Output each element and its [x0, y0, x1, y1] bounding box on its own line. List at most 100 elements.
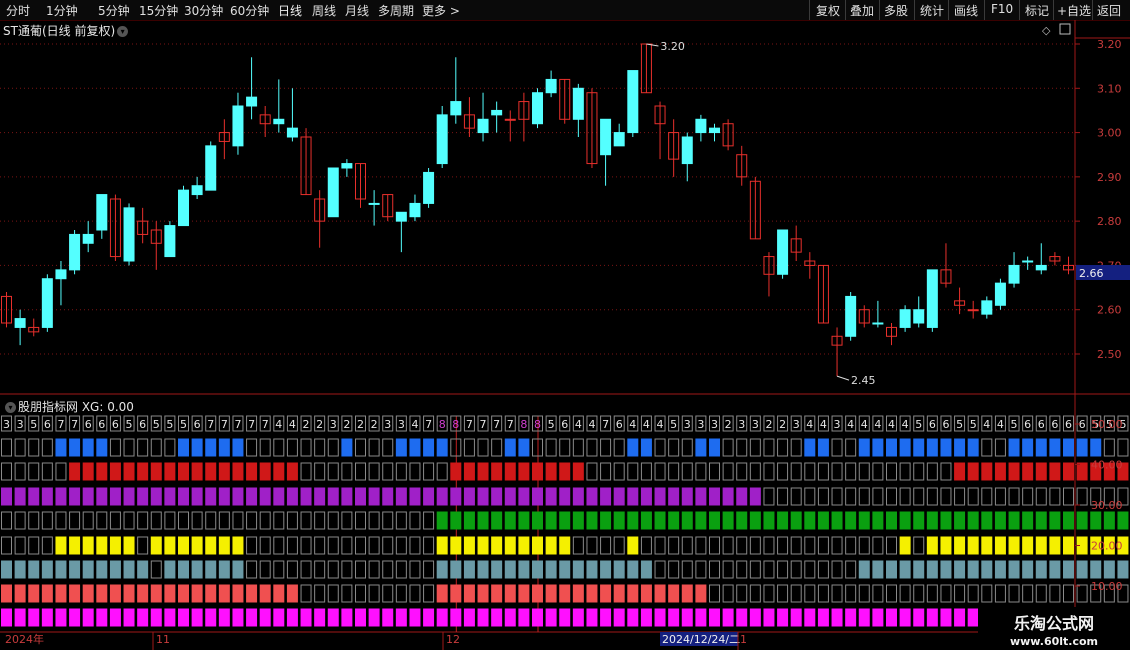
indicator-cell: [259, 511, 271, 530]
restore-rights-button[interactable]: 复权: [816, 2, 840, 19]
f10-button[interactable]: F10: [991, 2, 1013, 16]
indicator-cell: [913, 438, 925, 457]
indicator-cell: [1117, 536, 1129, 555]
count-label: 2: [779, 418, 786, 431]
candle-body: [246, 96, 258, 107]
count-box: [926, 415, 938, 432]
indicator-cell: [804, 487, 816, 506]
indicator-cell: [668, 462, 680, 481]
count-label: 6: [561, 418, 568, 431]
indicator-cell: [273, 438, 285, 457]
indicator-cell: [164, 438, 176, 457]
indicator-cell: [600, 560, 612, 579]
indicator-cell: [150, 608, 162, 627]
indicator-cell: [1090, 511, 1102, 530]
indicator-cell: [259, 536, 271, 555]
count-box: [790, 415, 802, 432]
diamond-icon[interactable]: ◇: [1042, 24, 1051, 37]
indicator-cell: [1022, 462, 1034, 481]
tab-timeshare[interactable]: 分时: [6, 2, 30, 19]
tab-weekly[interactable]: 周线: [312, 2, 336, 19]
indicator-cell: [858, 511, 870, 530]
indicator-cell: [463, 438, 475, 457]
tab-daily[interactable]: 日线: [278, 2, 302, 19]
add-favorite-button[interactable]: +自选: [1057, 2, 1091, 19]
indicator-cell: [572, 560, 584, 579]
candle: [450, 57, 462, 124]
count-box: [886, 415, 897, 432]
count-label: 4: [874, 418, 881, 431]
tab-more[interactable]: 更多 >: [422, 2, 460, 19]
indicator-cell: [926, 462, 938, 481]
indicator-cell: [1090, 438, 1102, 457]
overlay-button[interactable]: 叠加: [850, 2, 874, 19]
indicator-cell: [82, 487, 94, 506]
indicator-cell: [736, 584, 748, 603]
kline-chart[interactable]: ◇ 3.20 3.10 3.00 2.90 2.80 2.70 2.60 2.50 3.20 …: [0, 0, 1130, 650]
count-box: [845, 415, 857, 432]
indicator-cell: [613, 438, 625, 457]
count-label: 5: [670, 418, 677, 431]
draw-line-button[interactable]: 画线: [954, 2, 978, 19]
tab-60min[interactable]: 60分钟: [230, 2, 269, 19]
indicator-cell: [463, 560, 475, 579]
tab-monthly[interactable]: 月线: [345, 2, 369, 19]
indicator-cell: [858, 462, 870, 481]
candle: [627, 70, 639, 137]
indicator-cell: [926, 438, 938, 457]
indicator-cell: [218, 560, 230, 579]
multi-stock-button[interactable]: 多股: [884, 2, 908, 19]
candle-body: [150, 229, 162, 244]
watermark-url: www.60lt.com: [1009, 635, 1099, 648]
indicator-cell: [191, 608, 203, 627]
indicator-cell: [96, 608, 108, 627]
statistics-button[interactable]: 统计: [920, 2, 944, 19]
indicator-cell: [368, 487, 380, 506]
tab-30min[interactable]: 30分钟: [184, 2, 223, 19]
tab-1min[interactable]: 1分钟: [46, 2, 78, 19]
indicator-cell: [205, 487, 217, 506]
indicator-cell: [586, 511, 598, 530]
indicator-tick-label: 50.00: [1091, 418, 1123, 431]
candle-body: [96, 194, 108, 231]
chart-title-bar: ST通葡(日线 前复权) ▾: [3, 22, 130, 39]
indicator-cell: [845, 462, 857, 481]
indicator-cell: [954, 560, 966, 579]
candle: [55, 261, 67, 306]
indicator-cell: [28, 511, 40, 530]
indicator-cell: [749, 487, 761, 506]
indicator-cell: [600, 487, 612, 506]
back-button[interactable]: 返回: [1097, 2, 1121, 19]
candle-body: [613, 132, 625, 147]
chevron-down-icon[interactable]: ▾: [5, 402, 16, 413]
indicator-cell: [205, 584, 217, 603]
candle: [41, 274, 53, 332]
window-icon[interactable]: [1059, 23, 1071, 35]
indicator-cell: [736, 511, 748, 530]
indicator-cell: [681, 560, 693, 579]
mark-button[interactable]: 标记: [1025, 2, 1049, 19]
tab-5min[interactable]: 5分钟: [98, 2, 130, 19]
indicator-cell: [28, 536, 40, 555]
indicator-cell: [409, 511, 421, 530]
chevron-down-icon[interactable]: ▾: [117, 26, 129, 37]
tab-15min[interactable]: 15分钟: [139, 2, 178, 19]
count-box: [600, 415, 612, 432]
indicator-cell: [1022, 438, 1034, 457]
indicator-cell: [572, 487, 584, 506]
count-box: [831, 415, 843, 432]
candle: [341, 159, 353, 177]
tab-multi-period[interactable]: 多周期: [378, 2, 414, 19]
indicator-cell: [109, 560, 121, 579]
indicator-cell: [722, 584, 734, 603]
indicator-cell: [763, 584, 775, 603]
indicator-cell: [831, 560, 843, 579]
count-label: 2: [725, 418, 732, 431]
indicator-cell: [382, 511, 394, 530]
indicator-cell: [314, 462, 326, 481]
indicator-cell: [423, 536, 435, 555]
high-label: 3.20: [660, 40, 685, 53]
indicator-cell: [69, 608, 81, 627]
indicator-cell: [899, 608, 911, 627]
indicator-cell: [572, 536, 584, 555]
